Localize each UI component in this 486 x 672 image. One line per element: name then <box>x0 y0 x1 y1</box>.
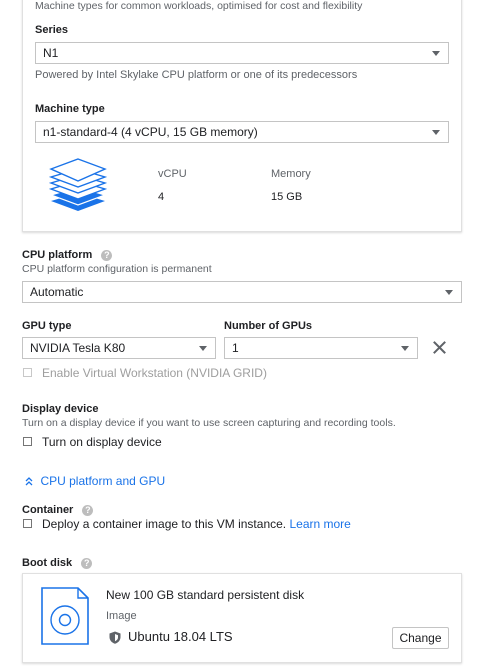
change-boot-disk-button[interactable]: Change <box>392 627 449 649</box>
series-select[interactable]: N1 <box>35 42 449 64</box>
disk-icon <box>41 587 89 645</box>
gpu-count-select[interactable]: 1 <box>224 337 418 359</box>
chevron-up-double-icon <box>25 476 33 486</box>
cpu-gpu-collapse-text: CPU platform and GPU <box>40 473 166 488</box>
cpu-platform-label-text: CPU platform <box>22 249 93 261</box>
help-icon[interactable]: ? <box>81 557 93 569</box>
container-checkbox-text: Deploy a container image to this VM inst… <box>42 517 351 531</box>
close-icon[interactable] <box>433 341 446 354</box>
boot-disk-label: Boot disk ? <box>22 557 93 569</box>
chevron-down-icon <box>432 130 440 135</box>
display-device-checkbox[interactable] <box>23 437 32 446</box>
series-hint: Powered by Intel Skylake CPU platform or… <box>35 69 358 81</box>
learn-more-link[interactable]: Learn more <box>289 517 350 531</box>
boot-disk-image-label: Image <box>106 610 137 622</box>
boot-disk-label-text: Boot disk <box>22 557 73 569</box>
cpu-gpu-collapse-link[interactable]: CPU platform and GPU <box>24 472 165 490</box>
gpu-count-label: Number of GPUs <box>224 320 313 332</box>
series-value: N1 <box>43 46 59 60</box>
machine-type-label: Machine type <box>35 103 105 115</box>
machine-type-select[interactable]: n1-standard-4 (4 vCPU, 15 GB memory) <box>35 121 449 143</box>
help-icon[interactable]: ? <box>82 504 94 516</box>
display-device-checkbox-label: Turn on display device <box>42 435 162 449</box>
boot-disk-image-value: Ubuntu 18.04 LTS <box>128 629 233 644</box>
virtual-workstation-label: Enable Virtual Workstation (NVIDIA GRID) <box>42 366 267 380</box>
display-device-label: Display device <box>22 403 99 415</box>
gpu-type-select[interactable]: NVIDIA Tesla K80 <box>22 337 216 359</box>
machine-type-value: n1-standard-4 (4 vCPU, 15 GB memory) <box>43 125 258 139</box>
container-label-text: Container <box>22 504 74 516</box>
gpu-count-value: 1 <box>232 341 239 355</box>
chevron-down-icon <box>432 51 440 56</box>
chevron-down-icon <box>199 346 207 351</box>
cpu-platform-hint: CPU platform configuration is permanent <box>22 263 212 275</box>
cpu-platform-select[interactable]: Automatic <box>22 281 462 303</box>
boot-disk-title: New 100 GB standard persistent disk <box>106 588 305 602</box>
vcpu-label: vCPU <box>158 168 187 180</box>
container-checkbox-label: Deploy a container image to this VM inst… <box>42 517 287 531</box>
cpu-platform-label: CPU platform ? <box>22 249 113 261</box>
vcpu-value: 4 <box>158 191 165 203</box>
container-label: Container ? <box>22 504 94 516</box>
series-label: Series <box>35 24 69 36</box>
boot-disk-card: New 100 GB standard persistent disk Imag… <box>22 573 462 663</box>
stacked-layers-icon <box>49 158 107 211</box>
gpu-type-label: GPU type <box>22 320 72 332</box>
container-checkbox[interactable] <box>23 519 32 528</box>
machine-config-card: Machine types for common workloads, opti… <box>22 0 462 232</box>
shield-icon <box>109 631 121 644</box>
chevron-down-icon <box>445 290 453 295</box>
cpu-platform-value: Automatic <box>30 285 84 299</box>
memory-label: Memory <box>271 168 311 180</box>
gpu-type-value: NVIDIA Tesla K80 <box>30 341 126 355</box>
virtual-workstation-checkbox[interactable] <box>23 368 32 377</box>
display-device-hint: Turn on a display device if you want to … <box>22 417 396 429</box>
chevron-down-icon <box>401 346 409 351</box>
machine-family-hint: Machine types for common workloads, opti… <box>35 0 363 12</box>
help-icon[interactable]: ? <box>101 249 113 261</box>
memory-value: 15 GB <box>271 191 303 203</box>
